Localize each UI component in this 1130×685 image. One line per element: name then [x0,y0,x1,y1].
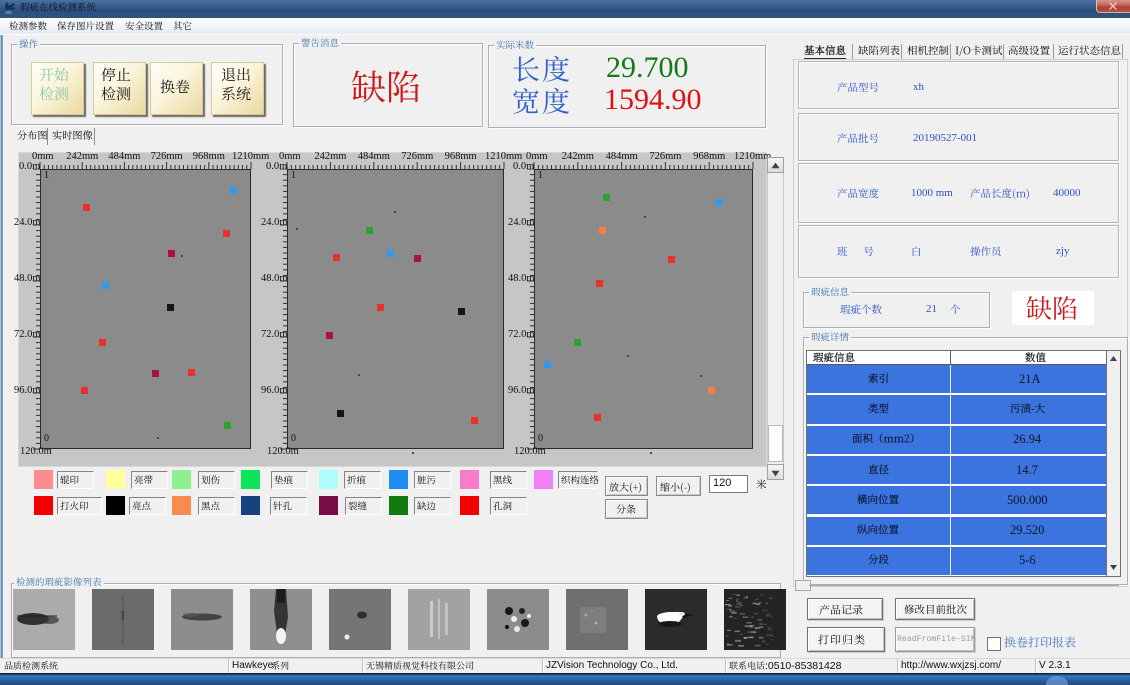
svg-text:AVI: AVI [5,10,12,15]
